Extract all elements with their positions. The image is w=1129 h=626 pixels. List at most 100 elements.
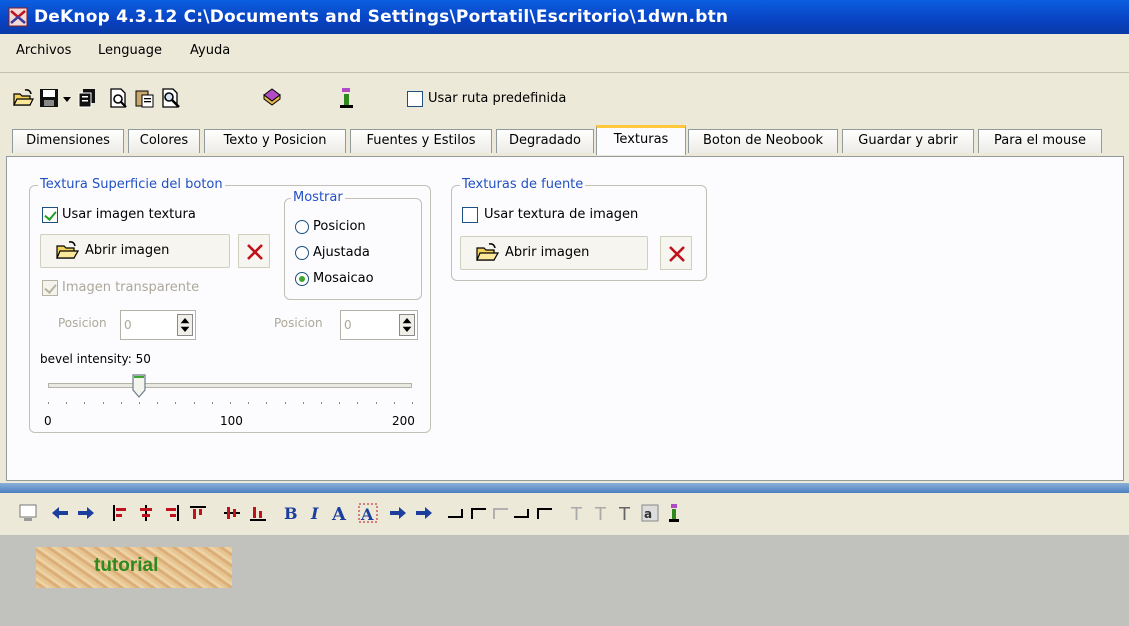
- posicion-2-spinner[interactable]: 0: [340, 310, 418, 340]
- text-style-icon[interactable]: T: [614, 503, 634, 523]
- tab-boton-neobook[interactable]: Boton de Neobook: [688, 129, 838, 153]
- svg-text:T: T: [570, 504, 583, 523]
- align-center-icon[interactable]: [136, 503, 156, 523]
- tab-para-el-mouse[interactable]: Para el mouse: [978, 129, 1102, 153]
- bold-icon[interactable]: B: [280, 503, 300, 523]
- save-icon[interactable]: [38, 87, 60, 109]
- open-image-button[interactable]: Abrir imagen: [40, 234, 230, 268]
- align-bottom-icon[interactable]: [248, 503, 268, 523]
- posicion-1-value: 0: [124, 318, 132, 332]
- mostrar-label: Mostrar: [291, 190, 345, 205]
- transparent-checkbox[interactable]: [42, 280, 58, 296]
- copy-pages-icon[interactable]: [76, 87, 98, 109]
- window-title: DeKnop 4.3.12 C:\Documents and Settings\…: [34, 7, 729, 27]
- tab-dimensiones[interactable]: Dimensiones: [12, 129, 124, 153]
- arrow-right-icon[interactable]: [388, 503, 408, 523]
- arrow-left-icon[interactable]: [50, 503, 70, 523]
- align-middle-icon[interactable]: [222, 503, 242, 523]
- bevel-max-label: 200: [392, 414, 415, 428]
- arrow-right-icon[interactable]: [414, 503, 434, 523]
- slider-tick: [193, 402, 195, 404]
- slider-tick: [157, 402, 159, 404]
- menu-ayuda[interactable]: Ayuda: [190, 43, 230, 58]
- delete-font-texture-button[interactable]: [660, 236, 692, 270]
- menu-bar: Archivos Lenguage Ayuda: [0, 34, 1129, 68]
- slider-tick: [339, 402, 341, 404]
- font-open-image-label: Abrir imagen: [505, 245, 590, 260]
- bevel-min-label: 0: [44, 414, 52, 428]
- radio-posicion-label: Posicion: [313, 219, 366, 234]
- texture-text-icon[interactable]: a: [640, 503, 660, 523]
- bevel-slider-track[interactable]: [48, 383, 412, 388]
- use-font-texture-checkbox[interactable]: [462, 207, 478, 223]
- use-font-texture-label: Usar textura de imagen: [484, 207, 639, 222]
- tab-fuentes-estilos[interactable]: Fuentes y Estilos: [350, 129, 492, 153]
- tab-colores[interactable]: Colores: [128, 129, 200, 153]
- text-style-light-icon[interactable]: T: [566, 503, 586, 523]
- italic-icon[interactable]: I: [306, 503, 326, 523]
- align-top-icon[interactable]: [188, 503, 208, 523]
- menu-lenguage[interactable]: Lenguage: [98, 43, 162, 58]
- title-bar[interactable]: DeKnop 4.3.12 C:\Documents and Settings\…: [0, 0, 1129, 34]
- menu-archivos[interactable]: Archivos: [16, 43, 71, 58]
- radio-mosaicao[interactable]: [295, 272, 309, 286]
- posicion-1-spinner[interactable]: 0: [120, 310, 196, 340]
- spinner-arrows-icon[interactable]: [399, 314, 415, 336]
- border-top-left-icon[interactable]: [468, 503, 488, 523]
- toolbar: Usar ruta predefinida: [0, 82, 1129, 118]
- tab-guardar-abrir[interactable]: Guardar y abrir: [842, 129, 974, 153]
- font-color-icon[interactable]: A: [330, 503, 350, 523]
- align-left-icon[interactable]: [110, 503, 130, 523]
- slider-tick: [175, 402, 177, 404]
- font-texture-group: Texturas de fuente Usar textura de image…: [451, 177, 707, 281]
- tab-strip: Dimensiones Colores Texto y Posicion Fue…: [0, 124, 1129, 158]
- tab-degradado[interactable]: Degradado: [496, 129, 594, 153]
- radio-posicion[interactable]: [295, 220, 309, 234]
- delete-texture-button[interactable]: [238, 234, 270, 268]
- dropdown-arrow-icon[interactable]: [60, 87, 74, 109]
- usar-ruta-label: Usar ruta predefinida: [428, 91, 567, 106]
- book-icon[interactable]: [260, 87, 282, 109]
- border-bottom-right-icon[interactable]: [512, 503, 532, 523]
- info-icon[interactable]: [336, 87, 358, 109]
- text-style-light-icon[interactable]: T: [590, 503, 610, 523]
- radio-ajustada[interactable]: [295, 246, 309, 260]
- tab-texturas[interactable]: Texturas: [596, 125, 686, 155]
- surface-group-label: Textura Superficie del boton: [38, 177, 225, 192]
- arrow-right-icon[interactable]: [76, 503, 96, 523]
- svg-text:a: a: [644, 507, 652, 521]
- slider-tick: [412, 402, 413, 404]
- splitter-bar[interactable]: [0, 483, 1129, 493]
- search-document-icon[interactable]: [160, 87, 182, 109]
- print-preview-icon[interactable]: [108, 87, 130, 109]
- tab-texto-posicion[interactable]: Texto y Posicion: [204, 129, 346, 153]
- font-open-image-button[interactable]: Abrir imagen: [460, 236, 648, 270]
- bevel-slider-thumb[interactable]: [132, 374, 146, 398]
- posicion-2-value: 0: [344, 318, 352, 332]
- border-top-left-icon[interactable]: [534, 503, 554, 523]
- slider-tick: [321, 402, 322, 404]
- slider-tick: [393, 402, 395, 404]
- open-folder-icon[interactable]: [12, 87, 34, 109]
- button-preview[interactable]: tutorial: [36, 547, 232, 588]
- posicion-2-label: Posicion: [274, 316, 323, 330]
- close-icon: [669, 246, 685, 262]
- font-size-icon[interactable]: A: [356, 503, 380, 523]
- slider-tick: [139, 402, 140, 404]
- monitor-icon[interactable]: [18, 503, 38, 523]
- align-right-icon[interactable]: [162, 503, 182, 523]
- info-icon[interactable]: [664, 503, 684, 523]
- bevel-intensity-label: bevel intensity: 50: [40, 352, 151, 366]
- open-folder-icon: [56, 241, 79, 259]
- use-texture-label: Usar imagen textura: [62, 207, 196, 222]
- clipboard-icon[interactable]: [134, 87, 156, 109]
- open-image-label: Abrir imagen: [85, 243, 170, 258]
- app-icon: [8, 7, 28, 27]
- border-bottom-right-icon[interactable]: [446, 503, 466, 523]
- usar-ruta-checkbox[interactable]: [407, 91, 423, 107]
- slider-tick: [48, 402, 49, 404]
- border-top-left-light-icon[interactable]: [490, 503, 510, 523]
- use-texture-checkbox[interactable]: [42, 207, 58, 223]
- surface-texture-group: Textura Superficie del boton Usar imagen…: [29, 177, 431, 433]
- spinner-arrows-icon[interactable]: [177, 314, 193, 336]
